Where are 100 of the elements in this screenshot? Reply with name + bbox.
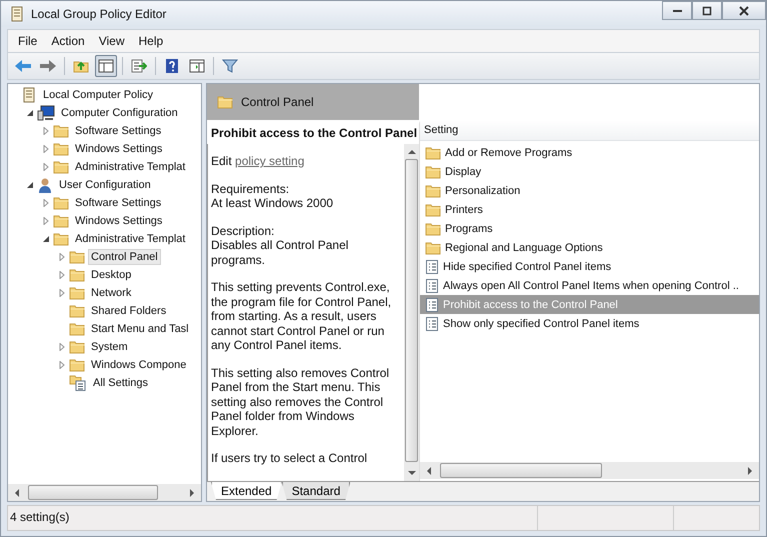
tree-item[interactable]: Control Panel (88, 249, 161, 265)
expanded-arrow-icon[interactable] (26, 109, 34, 117)
collapsed-arrow-icon[interactable] (58, 253, 66, 261)
folder-icon (69, 340, 85, 354)
policy-setting-icon (425, 260, 439, 274)
minimize-icon (672, 10, 682, 12)
scrollbar-thumb[interactable] (405, 159, 418, 462)
policy-setting-icon (425, 298, 439, 312)
computer-icon (37, 105, 55, 121)
policy-title: Prohibit access to the Control Panel (210, 125, 418, 142)
setting-item[interactable]: Personalization (445, 184, 520, 196)
vertical-scrollbar[interactable] (404, 144, 419, 481)
tree-item[interactable]: Computer Configuration (58, 105, 181, 121)
tree-item[interactable]: Network (88, 285, 134, 301)
tree-item[interactable]: Local Computer Policy (40, 87, 156, 103)
description-text: This setting also removes Control Panel from the Start menu. This setting also removes the Control Panel folder from Windows Explorer. (211, 366, 390, 438)
tree-item[interactable]: Administrative Templat (72, 231, 188, 247)
setting-item[interactable]: Hide specified Control Panel items (443, 260, 612, 272)
folder-icon (425, 184, 441, 198)
collapsed-arrow-icon[interactable] (58, 343, 66, 351)
menu-item[interactable]: Help (132, 34, 170, 48)
folder-icon (53, 124, 69, 138)
console-tree-icon[interactable] (95, 55, 117, 77)
collapsed-arrow-icon[interactable] (58, 271, 66, 279)
folder-icon (69, 286, 85, 300)
description-text: Description: (211, 224, 276, 238)
folder-icon (425, 146, 441, 160)
collapsed-arrow-icon[interactable] (42, 127, 50, 135)
tree-item[interactable]: Windows Settings (72, 213, 166, 229)
menu-item[interactable]: File (12, 34, 44, 48)
folder-icon (69, 358, 85, 372)
setting-item[interactable]: Display (445, 166, 482, 178)
status-text: 4 setting(s) (9, 509, 70, 526)
folder-icon (217, 95, 233, 109)
collapsed-arrow-icon[interactable] (42, 145, 50, 153)
tree-item[interactable]: Windows Settings (72, 141, 166, 157)
policy-setting-icon (425, 316, 439, 330)
setting-item[interactable]: Programs (445, 222, 493, 234)
description-text: If users try to select a Control (211, 451, 368, 466)
expanded-arrow-icon[interactable] (42, 235, 50, 243)
setting-item[interactable]: Add or Remove Programs (445, 146, 572, 158)
tree-item[interactable]: All Settings (90, 375, 152, 391)
tree-item[interactable]: User Configuration (56, 177, 154, 193)
view-tab[interactable]: Standard (282, 482, 350, 500)
folder-icon (69, 250, 85, 264)
horizontal-scrollbar[interactable] (420, 462, 759, 479)
tree-item[interactable]: Software Settings (72, 195, 164, 211)
scroll-icon (21, 87, 37, 103)
setting-item[interactable]: Always open All Control Panel Items when opening Control .. (443, 280, 739, 292)
scroll-left-icon[interactable] (14, 488, 20, 496)
folder-icon (53, 142, 69, 156)
folder-icon (69, 304, 85, 318)
folder-icon (53, 214, 69, 228)
folder-icon (425, 202, 441, 216)
collapsed-arrow-icon[interactable] (42, 163, 50, 171)
menu-item[interactable]: View (92, 34, 130, 48)
scrollbar-thumb[interactable] (440, 463, 602, 478)
tree-item[interactable]: Start Menu and Tasl (88, 321, 192, 337)
description-text: This setting prevents Control.exe, the program file for Control Panel, from starting. As a result, users cannot start Control Panel or run any Control Panel items. (211, 280, 392, 352)
policy-setting-link[interactable]: policy setting (235, 154, 304, 168)
minimize-button[interactable] (662, 1, 692, 20)
folder-icon (425, 222, 441, 236)
folder-icon (69, 268, 85, 282)
folder-icon (53, 232, 69, 246)
tree-item[interactable]: Shared Folders (88, 303, 170, 319)
scroll-down-icon[interactable] (408, 470, 416, 476)
setting-item[interactable]: Show only specified Control Panel items (443, 318, 640, 330)
maximize-button[interactable] (692, 1, 722, 20)
horizontal-scrollbar[interactable] (8, 484, 201, 501)
description-text: Disables all Control Panel programs. (211, 238, 350, 267)
collapsed-arrow-icon[interactable] (42, 199, 50, 207)
tree-item[interactable]: Software Settings (72, 123, 164, 139)
setting-item[interactable]: Regional and Language Options (445, 242, 603, 254)
scroll-right-icon[interactable] (189, 488, 195, 496)
scroll-up-icon[interactable] (408, 149, 416, 155)
tree-item[interactable]: Desktop (88, 267, 134, 283)
pane-header-title: Control Panel (241, 95, 314, 109)
column-header[interactable]: Setting (420, 120, 759, 141)
setting-item[interactable]: Printers (445, 204, 483, 216)
scrollbar-thumb[interactable] (28, 485, 158, 500)
collapsed-arrow-icon[interactable] (58, 361, 66, 369)
scroll-left-icon[interactable] (426, 466, 432, 474)
tree-item[interactable]: System (88, 339, 131, 355)
view-tab[interactable]: Extended (211, 482, 282, 500)
folder-icon (53, 196, 69, 210)
scroll-right-icon[interactable] (747, 466, 753, 474)
maximize-icon (702, 6, 712, 16)
folder-icon (69, 322, 85, 336)
tree-item[interactable]: Windows Compone (88, 357, 190, 373)
expanded-arrow-icon[interactable] (26, 181, 34, 189)
menu-item[interactable]: Action (45, 34, 91, 48)
window-title: Local Group Policy Editor (31, 7, 166, 21)
user-icon (37, 177, 53, 193)
close-icon (739, 6, 749, 16)
close-button[interactable] (722, 1, 766, 20)
tree-item[interactable]: Administrative Templat (72, 159, 188, 175)
collapsed-arrow-icon[interactable] (42, 217, 50, 225)
scroll-icon (9, 6, 25, 22)
collapsed-arrow-icon[interactable] (58, 289, 66, 297)
policy-setting-icon (425, 278, 439, 292)
